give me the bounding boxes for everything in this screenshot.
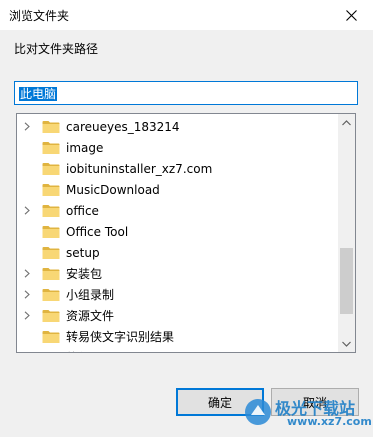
- tree-item-label: office: [66, 203, 99, 218]
- chevron-up-icon: [342, 119, 351, 125]
- folder-icon: [42, 162, 60, 175]
- window-title: 浏览文件夹: [9, 9, 70, 23]
- chevron-placeholder: [22, 326, 32, 347]
- tree-item-label: 转易侠文字识别结果: [66, 330, 175, 344]
- folder-icon: [42, 120, 60, 133]
- tree-item[interactable]: 安装包: [17, 263, 337, 284]
- chevron-placeholder: [22, 242, 32, 263]
- watermark-logo: 极光下载站 www.xz7.com: [243, 395, 372, 431]
- path-value: 此电脑: [19, 87, 58, 101]
- chevron-right-icon[interactable]: [22, 284, 32, 305]
- tree-item-label: iobituninstaller_xz7.com: [66, 161, 213, 176]
- chevron-down-icon: [342, 341, 351, 347]
- chevron-placeholder: [22, 137, 32, 158]
- chevron-right-icon[interactable]: [22, 200, 32, 221]
- tree-item[interactable]: setup: [17, 242, 337, 263]
- tree-item-label: careueyes_183214: [66, 119, 180, 134]
- watermark-line2: www.xz7.com: [287, 415, 372, 428]
- scroll-up-button[interactable]: [338, 114, 355, 131]
- tree-item[interactable]: Office Tool: [17, 221, 337, 242]
- tree-item[interactable]: office: [17, 200, 337, 221]
- folder-icon: [42, 309, 60, 322]
- folder-tree[interactable]: careueyes_183214image iobituninstaller_xz…: [16, 113, 356, 353]
- tree-item-label: setup: [66, 245, 100, 260]
- folder-icon: [42, 183, 60, 196]
- folder-icon: [42, 330, 60, 343]
- folder-icon: [42, 225, 60, 238]
- tree-item-label: 安装包: [66, 267, 103, 281]
- tree-item[interactable]: careueyes_183214: [17, 116, 337, 137]
- tree-item[interactable]: MusicDownload: [17, 179, 337, 200]
- tree-item-label: 小组录制: [66, 288, 115, 302]
- tree-item-label: 资源文件: [66, 309, 115, 323]
- folder-icon: [42, 267, 60, 280]
- folder-icon: [42, 351, 49, 352]
- chevron-placeholder: [22, 221, 32, 242]
- chevron-right-icon[interactable]: [22, 116, 32, 137]
- tree-item[interactable]: 转易侠文字识别结果: [17, 326, 337, 347]
- scroll-down-button[interactable]: [338, 335, 355, 352]
- folder-path-input[interactable]: 此电脑: [14, 81, 358, 105]
- scroll-thumb[interactable]: [340, 248, 353, 314]
- tree-item-label: Office Tool: [66, 224, 129, 239]
- tree-item-label: image: [66, 140, 104, 155]
- chevron-right-icon[interactable]: [22, 305, 32, 326]
- close-button[interactable]: [329, 0, 373, 30]
- tree-item-label: 软件: [66, 349, 90, 352]
- watermark-icon: [245, 399, 271, 425]
- chevron-placeholder: [22, 179, 32, 200]
- title-bar: 浏览文件夹: [0, 0, 373, 30]
- tree-item[interactable]: 小组录制: [17, 284, 337, 305]
- chevron-placeholder: [22, 347, 32, 352]
- tree-item[interactable]: image: [17, 137, 337, 158]
- folder-icon: [42, 288, 60, 301]
- ok-button-label: 确定: [207, 395, 232, 410]
- chevron-placeholder: [22, 158, 32, 179]
- tree-item[interactable]: iobituninstaller_xz7.com: [17, 158, 337, 179]
- tree-item-label: MusicDownload: [66, 182, 160, 197]
- folder-icon: [42, 141, 60, 154]
- chevron-right-icon[interactable]: [22, 263, 32, 284]
- folder-icon: [42, 204, 60, 217]
- tree-item[interactable]: 软件: [17, 347, 337, 352]
- tree-scrollbar[interactable]: [338, 114, 355, 352]
- folder-icon: [42, 246, 60, 259]
- prompt-label: 比对文件夹路径: [14, 42, 99, 56]
- close-icon: [345, 9, 357, 21]
- tree-item[interactable]: 资源文件: [17, 305, 337, 326]
